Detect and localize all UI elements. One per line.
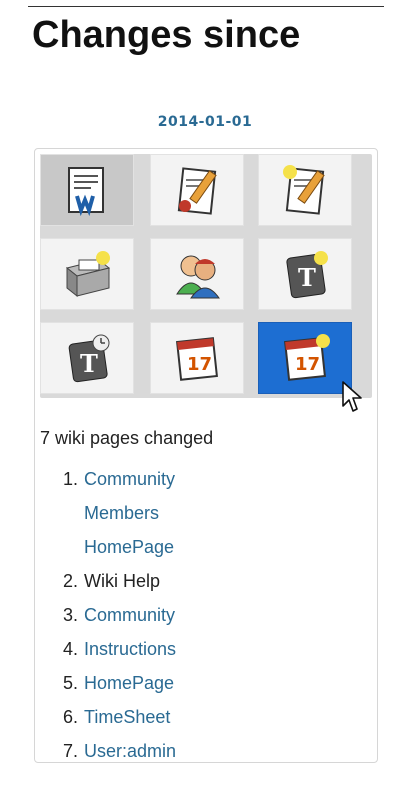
page-title: Changes since [32,14,301,56]
list-number: 3. [62,605,78,625]
change-link-user-admin[interactable]: User:admin [84,741,176,761]
list-number: 6. [62,707,78,727]
svg-text:17: 17 [187,354,212,375]
list-number: 7. [62,741,78,761]
changes-summary: 7 wiki pages changed [40,428,214,448]
list-item: 3. Community [40,598,176,632]
list-item: 7. User:admin [40,734,176,768]
new-page-icon [283,165,325,215]
svg-text:17: 17 [295,354,320,375]
mouse-cursor-icon [342,381,362,412]
list-item: 6. TimeSheet [40,700,176,734]
toolbar-new-page[interactable] [258,154,352,226]
toolbar-edit-page[interactable] [150,154,244,226]
timesheet-icon: T [286,251,328,299]
users-icon [176,255,220,299]
toolbar-file-cabinet[interactable] [40,238,134,310]
list-item: 5. HomePage [40,666,176,700]
edit-page-icon [177,167,217,215]
svg-text:T: T [298,263,316,292]
list-number: 1. [62,469,78,489]
list-number: 2. [62,571,78,591]
toolbar-calendar[interactable]: 17 [150,322,244,394]
toolbar-new-calendar[interactable]: 17 [258,322,352,394]
changes-list: 1. Community Members HomePage 2. Wiki He… [40,462,176,768]
toolbar-timesheet-clock[interactable]: T [40,322,134,394]
link-line: HomePage [84,537,175,557]
icon-grid: T T 17 17 [40,154,372,398]
link-line: Community [84,469,176,489]
change-text-wiki-help: Wiki Help [84,571,161,591]
list-item: 4. Instructions [40,632,176,666]
toolbar-timesheet[interactable]: T [258,238,352,310]
svg-text:T: T [80,349,98,378]
list-number: 5. [62,673,78,693]
list-number: 4. [62,639,78,659]
list-item: 1. Community Members HomePage [40,462,176,564]
link-line: Members [84,503,160,523]
list-item: 2. Wiki Help [40,564,176,598]
calendar-icon: 17 [176,337,218,381]
change-link-community[interactable]: Community [84,605,175,625]
change-link-timesheet[interactable]: TimeSheet [84,707,170,727]
file-cabinet-icon [65,251,111,298]
toolbar-users[interactable] [150,238,244,310]
new-calendar-icon: 17 [284,334,330,381]
wiki-page-icon [68,167,104,217]
date-link[interactable]: 2014-01-01 [0,114,394,130]
toolbar-wiki-page[interactable] [40,154,134,226]
change-link-instructions[interactable]: Instructions [84,639,176,659]
change-link-homepage[interactable]: HomePage [84,673,174,693]
change-link-community-members-homepage[interactable]: Community Members HomePage [84,469,175,557]
timesheet-clock-icon: T [68,334,110,383]
top-divider [28,6,384,7]
